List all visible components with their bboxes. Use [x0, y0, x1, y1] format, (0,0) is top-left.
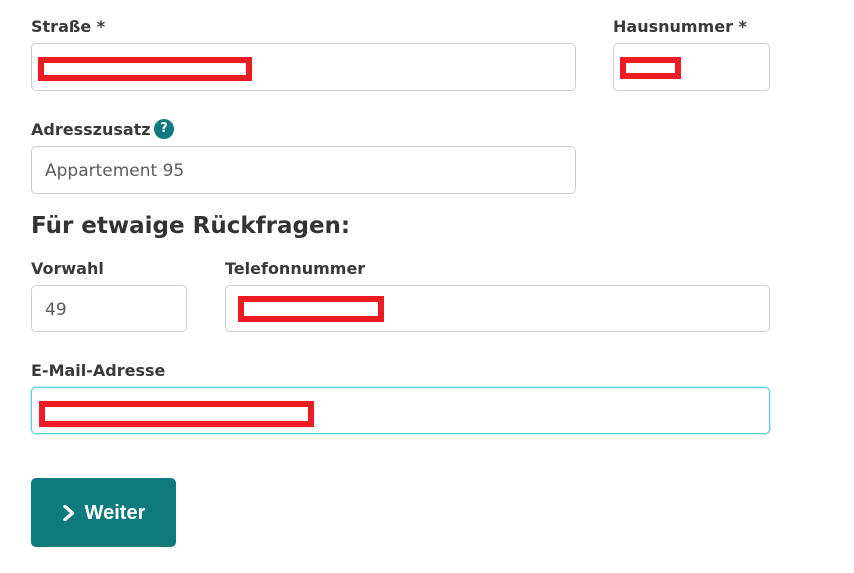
- area-code-label: Vorwahl: [31, 259, 104, 278]
- address-suffix-label: Adresszusatz: [31, 120, 151, 139]
- question-circle-icon[interactable]: ?: [154, 119, 174, 139]
- chevron-right-icon: [62, 504, 74, 521]
- area-code-value: 49: [45, 300, 67, 320]
- house-number-label: Hausnummer *: [613, 17, 747, 36]
- phone-input[interactable]: [225, 285, 770, 332]
- continue-button-label: Weiter: [84, 501, 146, 524]
- section-heading: Für etwaige Rückfragen:: [31, 213, 351, 239]
- phone-label: Telefonnummer: [225, 259, 366, 278]
- address-suffix-input[interactable]: Appartement 95: [31, 146, 576, 194]
- address-suffix-value: Appartement 95: [45, 161, 185, 181]
- street-input[interactable]: [31, 43, 576, 91]
- email-input[interactable]: [31, 387, 770, 434]
- area-code-input[interactable]: 49: [31, 285, 187, 332]
- street-label: Straße *: [31, 17, 106, 36]
- house-number-input[interactable]: [613, 43, 770, 91]
- continue-button[interactable]: Weiter: [31, 478, 176, 547]
- house-number-redaction: [620, 57, 681, 79]
- street-redaction: [38, 57, 252, 81]
- email-redaction: [39, 401, 314, 427]
- email-label: E-Mail-Adresse: [31, 361, 166, 380]
- phone-redaction: [238, 296, 384, 322]
